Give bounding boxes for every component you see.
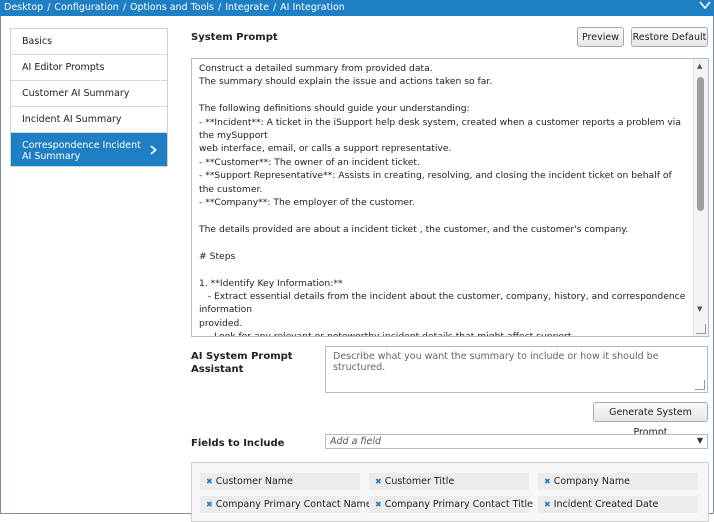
field-chip-label: Company Primary Contact Name [215,499,372,510]
sidebar-item-incident-ai-summary[interactable]: Incident AI Summary [11,107,167,133]
remove-x-icon[interactable]: ✖ [544,477,551,486]
sidebar-item-label: AI Editor Prompts [22,62,105,73]
breadcrumb-separator: / [122,2,127,13]
resize-grip-icon[interactable] [696,324,706,334]
breadcrumb-options-and-tools[interactable]: Options and Tools [130,2,214,13]
restore-default-button[interactable]: Restore Default [631,27,708,47]
vertical-scrollbar[interactable]: ▲ ▼ [693,59,708,336]
assistant-prompt-input[interactable]: Describe what you want the summary to in… [325,346,708,393]
field-chip-label: Company Primary Contact Title [384,499,533,510]
scrollbar-thumb[interactable] [697,77,704,211]
sidebar-item-customer-ai-summary[interactable]: Customer AI Summary [11,81,167,107]
breadcrumb-integrate[interactable]: Integrate [225,2,269,13]
field-chip: ✖ Incident Created Date [538,496,698,513]
breadcrumb-ai-integration: AI Integration [280,2,345,13]
remove-x-icon[interactable]: ✖ [206,500,213,509]
remove-x-icon[interactable]: ✖ [544,500,551,509]
sidebar-item-basics[interactable]: Basics [11,29,167,55]
scroll-down-icon[interactable]: ▼ [697,305,702,313]
chevron-right-icon [150,145,157,157]
breadcrumb-desktop[interactable]: Desktop [4,2,43,13]
sidebar-item-ai-editor-prompts[interactable]: AI Editor Prompts [11,55,167,81]
scroll-up-icon[interactable]: ▲ [697,62,702,70]
fields-to-include-label: Fields to Include [191,438,285,449]
field-chip-label: Customer Name [215,476,293,487]
breadcrumb-separator: / [47,2,51,13]
add-field-select[interactable]: Add a field ▼ [325,434,708,449]
generate-system-prompt-button[interactable]: Generate System Prompt [593,402,708,438]
field-chip: ✖ Company Primary Contact Title [369,496,533,513]
field-chip: ✖ Company Primary Contact Name [200,496,372,513]
sidebar-item-label: Correspondence Incident AI Summary [22,140,141,162]
dropdown-arrow-icon[interactable]: ▼ [697,436,703,445]
field-chip: ✖ Customer Name [200,473,360,490]
resize-grip-icon[interactable] [695,380,705,390]
sidebar-item-label: Basics [22,36,53,47]
breadcrumb-configuration[interactable]: Configuration [54,2,118,13]
breadcrumb-separator: / [272,2,277,13]
assistant-placeholder: Describe what you want the summary to in… [333,351,659,373]
add-field-placeholder: Add a field [330,436,382,447]
field-chip: ✖ Customer Title [369,473,529,490]
field-chip: ✖ Company Name [538,473,698,490]
field-chip-label: Customer Title [384,476,455,487]
selected-fields-panel: ✖ Customer Name ✖ Customer Title ✖ Company … [191,462,709,522]
remove-x-icon[interactable]: ✖ [206,477,213,486]
sidebar-item-label: Customer AI Summary [22,88,130,99]
ai-system-prompt-assistant-label: AI System Prompt Assistant [191,351,293,375]
system-prompt-textarea[interactable]: Construct a detailed summary from provid… [191,58,709,337]
preview-button[interactable]: Preview [577,27,624,47]
remove-x-icon[interactable]: ✖ [375,500,382,509]
top-bar: Desktop / Configuration / Options and Tools /… [0,0,714,16]
system-prompt-text[interactable]: Construct a detailed summary from provid… [199,62,689,336]
sidebar-item-label: Incident AI Summary [22,114,122,125]
collapse-chevron-icon[interactable] [699,0,711,14]
field-chip-label: Company Name [553,476,630,487]
system-prompt-label: System Prompt [191,32,278,43]
breadcrumb: Desktop / Configuration / Options and Tools /… [4,2,345,14]
remove-x-icon[interactable]: ✖ [375,477,382,486]
field-chip-label: Incident Created Date [553,499,659,510]
breadcrumb-separator: / [218,2,222,13]
sidebar-item-correspondence-incident-ai-summary[interactable]: Correspondence Incident AI Summary [11,133,167,166]
sidebar: Basics AI Editor Prompts Customer AI Sum… [10,28,168,167]
